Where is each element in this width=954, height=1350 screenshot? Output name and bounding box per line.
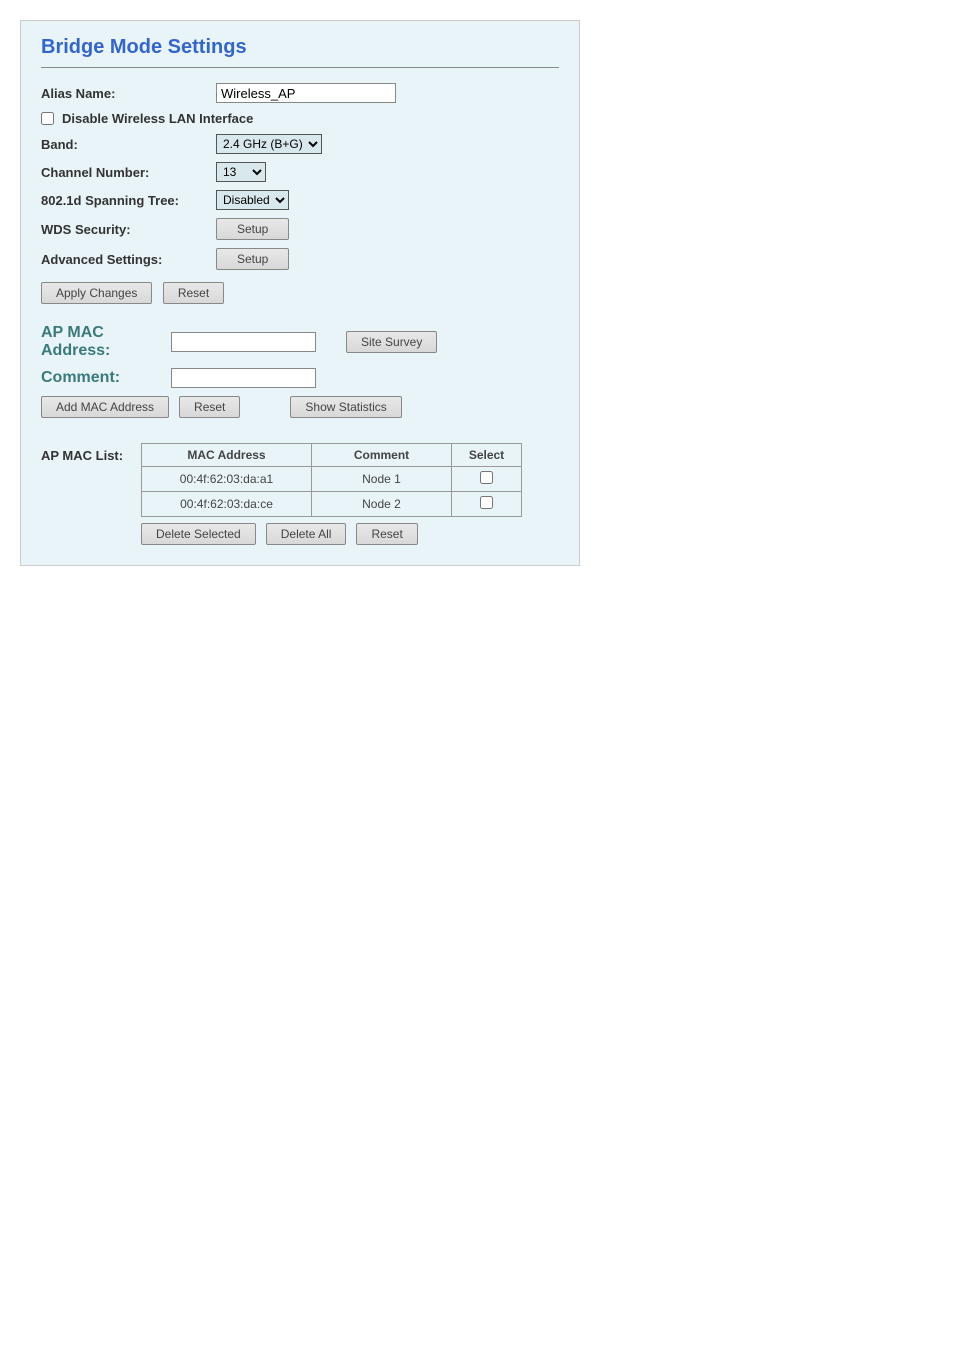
spanning-tree-select[interactable]: Disabled bbox=[216, 190, 289, 210]
band-label: Band: bbox=[41, 137, 216, 152]
alias-name-input[interactable] bbox=[216, 83, 396, 103]
advanced-setup-button[interactable]: Setup bbox=[216, 248, 289, 270]
ap-mac-address-label: AP MAC Address: bbox=[41, 324, 171, 360]
table-row: 00:4f:62:03:da:a1 Node 1 bbox=[142, 467, 522, 492]
reset-button-3[interactable]: Reset bbox=[356, 523, 417, 545]
disable-wlan-label: Disable Wireless LAN Interface bbox=[62, 111, 253, 126]
wds-security-label: WDS Security: bbox=[41, 222, 216, 237]
disable-wlan-checkbox[interactable] bbox=[41, 112, 54, 125]
comment-label: Comment: bbox=[41, 369, 171, 387]
select-cell bbox=[452, 467, 522, 492]
table-header-comment: Comment bbox=[312, 444, 452, 467]
add-mac-button[interactable]: Add MAC Address bbox=[41, 396, 169, 418]
delete-selected-button[interactable]: Delete Selected bbox=[141, 523, 256, 545]
table-row: 00:4f:62:03:da:ce Node 2 bbox=[142, 492, 522, 517]
comment-cell: Node 1 bbox=[312, 467, 452, 492]
channel-select[interactable]: 13 bbox=[216, 162, 266, 182]
wds-setup-button[interactable]: Setup bbox=[216, 218, 289, 240]
comment-input[interactable] bbox=[171, 368, 316, 388]
reset-button-2[interactable]: Reset bbox=[179, 396, 240, 418]
ap-mac-table: MAC Address Comment Select 00:4f:62:03:d… bbox=[141, 443, 522, 517]
table-header-mac: MAC Address bbox=[142, 444, 312, 467]
delete-all-button[interactable]: Delete All bbox=[266, 523, 347, 545]
page-title: Bridge Mode Settings bbox=[41, 36, 559, 68]
mac-cell: 00:4f:62:03:da:a1 bbox=[142, 467, 312, 492]
band-select[interactable]: 2.4 GHz (B+G) bbox=[216, 134, 322, 154]
apply-changes-button[interactable]: Apply Changes bbox=[41, 282, 152, 304]
channel-label: Channel Number: bbox=[41, 165, 216, 180]
ap-mac-address-input[interactable] bbox=[171, 332, 316, 352]
alias-name-label: Alias Name: bbox=[41, 86, 216, 101]
select-checkbox[interactable] bbox=[480, 471, 493, 484]
show-statistics-button[interactable]: Show Statistics bbox=[290, 396, 401, 418]
advanced-label: Advanced Settings: bbox=[41, 252, 216, 267]
comment-cell: Node 2 bbox=[312, 492, 452, 517]
mac-cell: 00:4f:62:03:da:ce bbox=[142, 492, 312, 517]
select-checkbox[interactable] bbox=[480, 496, 493, 509]
ap-mac-list-label: AP MAC List: bbox=[41, 443, 141, 463]
reset-button-1[interactable]: Reset bbox=[163, 282, 224, 304]
table-header-select: Select bbox=[452, 444, 522, 467]
select-cell bbox=[452, 492, 522, 517]
spanning-tree-label: 802.1d Spanning Tree: bbox=[41, 193, 216, 208]
site-survey-button[interactable]: Site Survey bbox=[346, 331, 437, 353]
